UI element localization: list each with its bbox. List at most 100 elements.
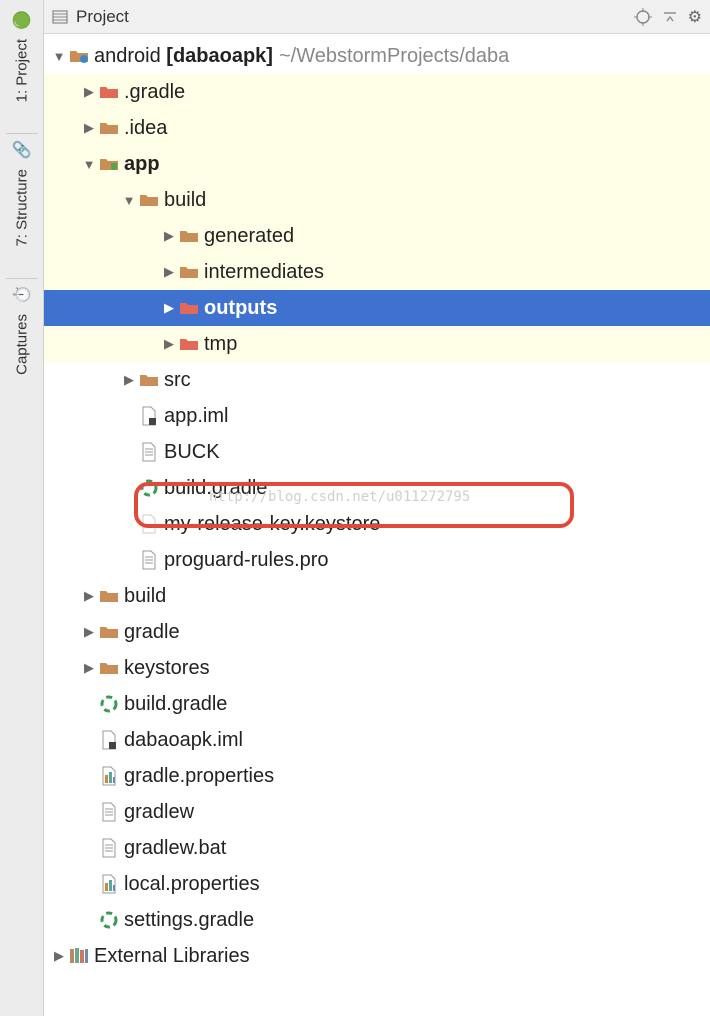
tree-path: ~/WebstormProjects/daba	[279, 45, 509, 68]
tree-label: dabaoapk.iml	[124, 729, 243, 752]
excluded-folder-icon	[178, 300, 200, 316]
tree-node-build[interactable]: ▼ build	[44, 182, 710, 218]
left-tool-rail: 1: Project 🟢 7: Structure 🔗 Captures ⏱️	[0, 0, 44, 1016]
project-toolbar: Project ⚙	[44, 0, 710, 34]
tree-label: keystores	[124, 657, 210, 680]
gradle-file-icon	[98, 695, 120, 713]
tree-node-idea[interactable]: ▶ .idea	[44, 110, 710, 146]
folder-icon	[98, 588, 120, 604]
tree-label: generated	[204, 225, 294, 248]
tree-label: External Libraries	[94, 945, 250, 968]
arrow-collapsed-icon[interactable]: ▶	[120, 372, 138, 388]
tree-node-root[interactable]: ▼ android [dabaoapk] ~/WebstormProjects/…	[44, 38, 710, 74]
tree-label: proguard-rules.pro	[164, 549, 329, 572]
arrow-collapsed-icon[interactable]: ▶	[160, 336, 178, 352]
gear-icon[interactable]: ⚙	[688, 7, 702, 27]
toolbar-title: Project	[76, 7, 129, 27]
arrow-collapsed-icon[interactable]: ▶	[160, 264, 178, 280]
library-icon	[68, 947, 90, 965]
arrow-collapsed-icon[interactable]: ▶	[160, 228, 178, 244]
properties-file-icon	[98, 874, 120, 894]
folder-icon	[98, 660, 120, 676]
tree-node-intermediates[interactable]: ▶ intermediates	[44, 254, 710, 290]
file-icon	[138, 514, 160, 534]
iml-file-icon	[98, 730, 120, 750]
rail-tab-structure[interactable]: 7: Structure 🔗	[12, 140, 32, 247]
rail-tab-captures[interactable]: Captures ⏱️	[12, 285, 32, 375]
tree-node-external-libraries[interactable]: ▶ External Libraries	[44, 938, 710, 974]
tree-label: settings.gradle	[124, 909, 254, 932]
properties-file-icon	[98, 766, 120, 786]
rail-separator	[6, 133, 38, 134]
tree-label: gradle.properties	[124, 765, 274, 788]
rail-tab-project[interactable]: 1: Project 🟢	[12, 10, 32, 102]
text-file-icon	[138, 550, 160, 570]
tree-node-app[interactable]: ▼ app	[44, 146, 710, 182]
tree-node-root-gradle[interactable]: ▶ gradle	[44, 614, 710, 650]
captures-icon: ⏱️	[11, 285, 31, 305]
tree-label: outputs	[204, 297, 277, 320]
structure-icon: 🔗	[11, 140, 31, 160]
tree-label: build	[124, 585, 166, 608]
folder-icon	[98, 624, 120, 640]
arrow-collapsed-icon[interactable]: ▶	[80, 624, 98, 640]
tree-label: gradlew.bat	[124, 837, 226, 860]
text-file-icon	[98, 838, 120, 858]
arrow-collapsed-icon[interactable]: ▶	[80, 120, 98, 136]
tree-node-root-build-gradle[interactable]: build.gradle	[44, 686, 710, 722]
tree-node-buck[interactable]: BUCK	[44, 434, 710, 470]
folder-icon	[98, 120, 120, 136]
project-view-icon[interactable]	[52, 9, 68, 25]
tree-label: build	[164, 189, 206, 212]
tree-label: build.gradle	[124, 693, 227, 716]
tree-node-tmp[interactable]: ▶ tmp	[44, 326, 710, 362]
tree-node-gradle-props[interactable]: gradle.properties	[44, 758, 710, 794]
module-folder-icon	[68, 48, 90, 64]
tree-label: app.iml	[164, 405, 228, 428]
tree-label: tmp	[204, 333, 237, 356]
project-tree[interactable]: ▼ android [dabaoapk] ~/WebstormProjects/…	[44, 34, 710, 1016]
tree-node-src[interactable]: ▶ src	[44, 362, 710, 398]
tree-label: .gradle	[124, 81, 185, 104]
excluded-folder-icon	[178, 336, 200, 352]
tree-label: app	[124, 153, 160, 176]
tree-node-root-build[interactable]: ▶ build	[44, 578, 710, 614]
arrow-collapsed-icon[interactable]: ▶	[80, 84, 98, 100]
tree-node-gradle[interactable]: ▶ .gradle	[44, 74, 710, 110]
tree-node-local-props[interactable]: local.properties	[44, 866, 710, 902]
text-file-icon	[98, 802, 120, 822]
arrow-collapsed-icon[interactable]: ▶	[80, 588, 98, 604]
tree-node-gradlew[interactable]: gradlew	[44, 794, 710, 830]
excluded-folder-icon	[98, 84, 120, 100]
module-folder-icon	[98, 156, 120, 172]
tree-node-outputs[interactable]: ▶ outputs	[44, 290, 710, 326]
tree-label: my-release-key.keystore	[164, 513, 380, 536]
target-icon[interactable]	[634, 8, 652, 26]
tree-node-proguard[interactable]: proguard-rules.pro	[44, 542, 710, 578]
text-file-icon	[138, 442, 160, 462]
folder-icon	[138, 372, 160, 388]
tree-node-keystores[interactable]: ▶ keystores	[44, 650, 710, 686]
arrow-collapsed-icon[interactable]: ▶	[50, 948, 68, 964]
folder-icon	[178, 228, 200, 244]
tree-node-gradlew-bat[interactable]: gradlew.bat	[44, 830, 710, 866]
arrow-collapsed-icon[interactable]: ▶	[160, 300, 178, 316]
tree-label: gradle	[124, 621, 180, 644]
arrow-expanded-icon[interactable]: ▼	[120, 193, 138, 208]
rail-separator	[6, 278, 38, 279]
tree-label: intermediates	[204, 261, 324, 284]
arrow-collapsed-icon[interactable]: ▶	[80, 660, 98, 676]
tree-node-settings-gradle[interactable]: settings.gradle	[44, 902, 710, 938]
tree-node-generated[interactable]: ▶ generated	[44, 218, 710, 254]
tree-label: src	[164, 369, 191, 392]
tree-node-keystore[interactable]: my-release-key.keystore	[44, 506, 710, 542]
collapse-icon[interactable]	[662, 9, 678, 25]
arrow-expanded-icon[interactable]: ▼	[80, 157, 98, 172]
tree-label: android [dabaoapk]	[94, 45, 273, 68]
gradle-file-icon	[98, 911, 120, 929]
tree-label: gradlew	[124, 801, 194, 824]
tree-label: BUCK	[164, 441, 220, 464]
tree-node-app-iml[interactable]: app.iml	[44, 398, 710, 434]
arrow-expanded-icon[interactable]: ▼	[50, 49, 68, 64]
tree-node-dabaoapk-iml[interactable]: dabaoapk.iml	[44, 722, 710, 758]
